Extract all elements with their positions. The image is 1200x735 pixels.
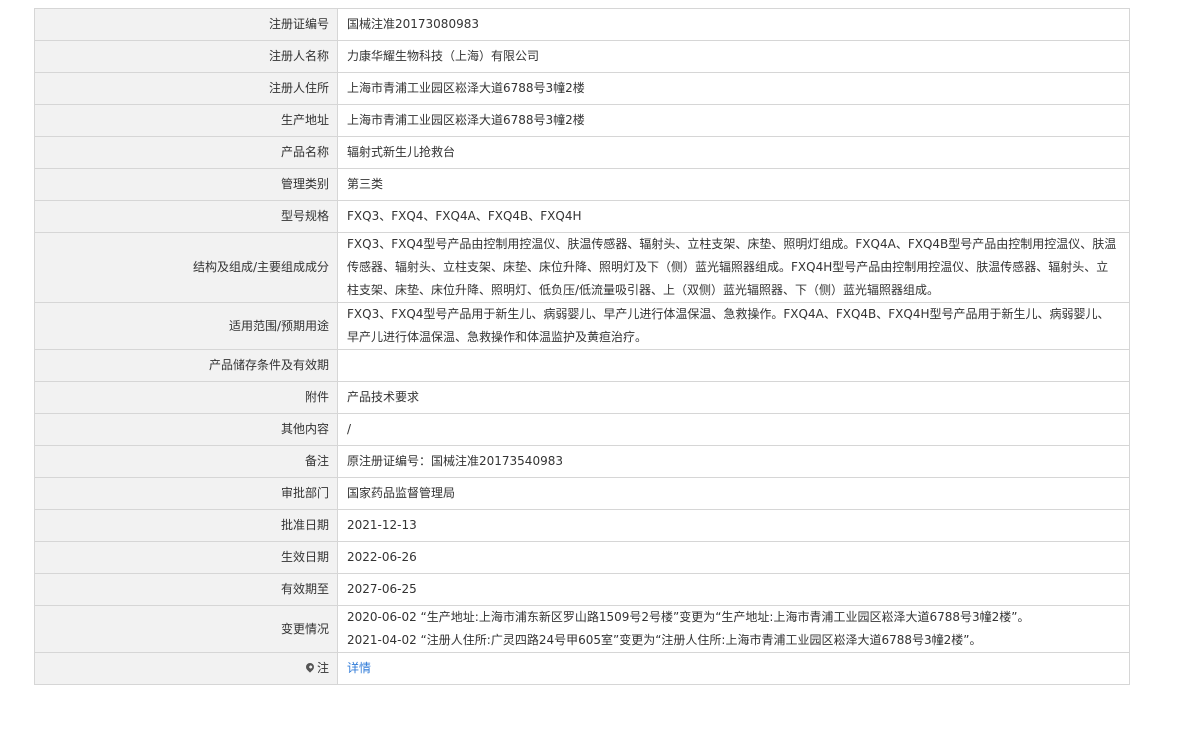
field-value: 国家药品监督管理局 [337,477,1130,510]
row-registrant-name: 注册人名称 力康华耀生物科技（上海）有限公司 [34,40,1130,73]
registration-detail-panel: 注册证编号 国械注准20173080983 注册人名称 力康华耀生物科技（上海）… [34,8,1130,685]
field-label: 结构及组成/主要组成成分 [34,232,338,303]
row-approval-department: 审批部门 国家药品监督管理局 [34,477,1130,510]
row-attachment: 附件 产品技术要求 [34,381,1130,414]
field-label: 批准日期 [34,509,338,542]
row-registrant-address: 注册人住所 上海市青浦工业园区崧泽大道6788号3幢2楼 [34,72,1130,105]
field-value: 上海市青浦工业园区崧泽大道6788号3幢2楼 [337,104,1130,137]
field-value: / [337,413,1130,446]
field-label: 变更情况 [34,605,338,653]
row-approval-date: 批准日期 2021-12-13 [34,509,1130,542]
row-registration-number: 注册证编号 国械注准20173080983 [34,8,1130,41]
field-label: 产品名称 [34,136,338,169]
field-value: 2021-12-13 [337,509,1130,542]
field-value: 上海市青浦工业园区崧泽大道6788号3幢2楼 [337,72,1130,105]
field-label: 备注 [34,445,338,478]
note-label: 注 [316,661,329,675]
row-other-content: 其他内容 / [34,413,1130,446]
field-value: 原注册证编号：国械注准20173540983 [337,445,1130,478]
field-label: 注册人名称 [34,40,338,73]
field-value: 2027-06-25 [337,573,1130,606]
row-note: 注 详情 [34,652,1130,685]
field-value: 2020-06-02 “生产地址:上海市浦东新区罗山路1509号2号楼”变更为“… [337,605,1130,653]
row-structure-composition: 结构及组成/主要组成成分 FXQ3、FXQ4型号产品由控制用控温仪、肤温传感器、… [34,232,1130,303]
row-management-category: 管理类别 第三类 [34,168,1130,201]
field-value: 第三类 [337,168,1130,201]
row-remarks: 备注 原注册证编号：国械注准20173540983 [34,445,1130,478]
registration-detail-table: 注册证编号 国械注准20173080983 注册人名称 力康华耀生物科技（上海）… [34,8,1130,685]
field-label: 有效期至 [34,573,338,606]
change-entry: 2020-06-02 “生产地址:上海市浦东新区罗山路1509号2号楼”变更为“… [347,610,1030,624]
row-storage-conditions: 产品储存条件及有效期 [34,349,1130,382]
row-effective-date: 生效日期 2022-06-26 [34,541,1130,574]
field-value: 力康华耀生物科技（上海）有限公司 [337,40,1130,73]
field-value: FXQ3、FXQ4型号产品由控制用控温仪、肤温传感器、辐射头、立柱支架、床垫、照… [337,232,1130,303]
field-label: 管理类别 [34,168,338,201]
field-value: 产品技术要求 [337,381,1130,414]
field-label: 其他内容 [34,413,338,446]
field-label: 审批部门 [34,477,338,510]
field-label: 附件 [34,381,338,414]
row-intended-use: 适用范围/预期用途 FXQ3、FXQ4型号产品用于新生儿、病弱婴儿、早产儿进行体… [34,302,1130,350]
field-label: 生效日期 [34,541,338,574]
location-pin-icon [304,661,316,673]
field-label: 注 [34,652,338,685]
field-label: 注册人住所 [34,72,338,105]
field-label: 生产地址 [34,104,338,137]
row-valid-until: 有效期至 2027-06-25 [34,573,1130,606]
field-value: FXQ3、FXQ4、FXQ4A、FXQ4B、FXQ4H [337,200,1130,233]
field-label: 型号规格 [34,200,338,233]
field-value: 2022-06-26 [337,541,1130,574]
field-value: 国械注准20173080983 [337,8,1130,41]
field-value [337,349,1130,382]
field-label: 适用范围/预期用途 [34,302,338,350]
field-label: 注册证编号 [34,8,338,41]
field-value: 辐射式新生儿抢救台 [337,136,1130,169]
details-link[interactable]: 详情 [347,661,371,675]
field-value: FXQ3、FXQ4型号产品用于新生儿、病弱婴儿、早产儿进行体温保温、急救操作。F… [337,302,1130,350]
field-value: 详情 [337,652,1130,685]
row-model-spec: 型号规格 FXQ3、FXQ4、FXQ4A、FXQ4B、FXQ4H [34,200,1130,233]
row-production-address: 生产地址 上海市青浦工业园区崧泽大道6788号3幢2楼 [34,104,1130,137]
field-label: 产品储存条件及有效期 [34,349,338,382]
change-entry: 2021-04-02 “注册人住所:广灵四路24号甲605室”变更为“注册人住所… [347,633,982,647]
row-change-history: 变更情况 2020-06-02 “生产地址:上海市浦东新区罗山路1509号2号楼… [34,605,1130,653]
row-product-name: 产品名称 辐射式新生儿抢救台 [34,136,1130,169]
